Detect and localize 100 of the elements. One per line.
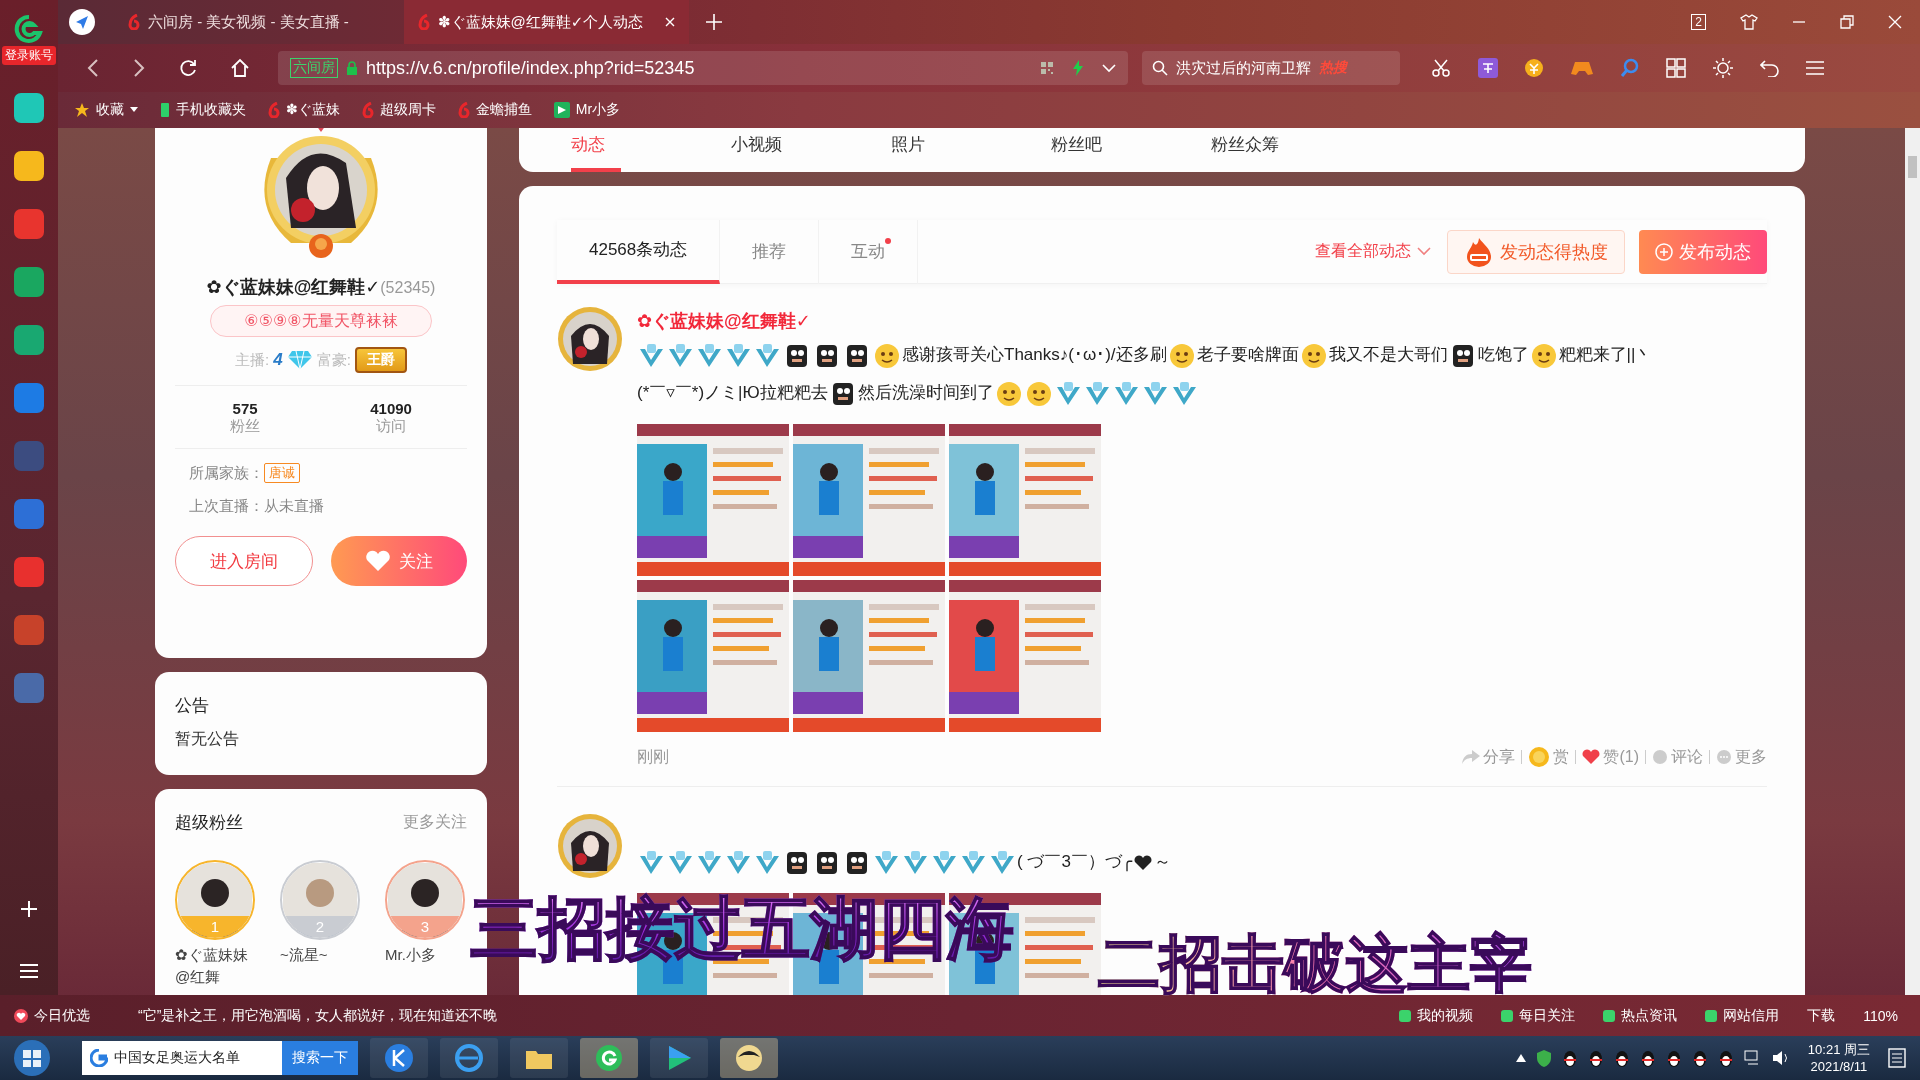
bookmark[interactable]: 超级周卡 [361, 101, 436, 119]
notification-icon[interactable] [1888, 1048, 1906, 1068]
sticker-icon [844, 849, 870, 876]
download-button[interactable]: 下载 [1807, 1006, 1836, 1025]
add-icon[interactable] [19, 899, 39, 919]
smiley-icon [1300, 342, 1327, 369]
bookmark[interactable]: 手机收藏夹 [160, 101, 246, 119]
nav-tab[interactable]: 粉丝吧 [1051, 128, 1211, 172]
qr-code-icon[interactable] [1040, 61, 1054, 75]
search-field[interactable]: 洪灾过后的河南卫辉 热搜 [1142, 51, 1400, 85]
browser-tab[interactable]: 六间房 - 美女视频 - 美女直播 - [114, 0, 404, 44]
volume-icon[interactable] [1771, 1050, 1790, 1066]
caret-icon[interactable] [130, 107, 138, 113]
search-button[interactable]: 搜索一下 [282, 1041, 358, 1075]
app-icon[interactable] [14, 267, 44, 297]
coin-icon [1528, 746, 1551, 768]
chevron-icon [668, 342, 693, 369]
penguin-icon[interactable] [1639, 1049, 1656, 1067]
translate-icon[interactable] [1478, 58, 1498, 78]
app-icon[interactable] [14, 93, 44, 123]
taskbar-app-icon[interactable] [580, 1038, 638, 1078]
tray-arrow-icon[interactable] [1515, 1054, 1526, 1062]
home-icon[interactable] [230, 58, 250, 78]
lightning-icon[interactable] [1072, 60, 1084, 76]
app-icon[interactable] [14, 557, 44, 587]
undo-icon[interactable] [1760, 59, 1780, 77]
penguin-icon[interactable] [1691, 1049, 1708, 1067]
app-icon[interactable] [14, 209, 44, 239]
scissors-icon[interactable] [1432, 59, 1452, 77]
app-icon[interactable] [14, 325, 44, 355]
taskbar-app-icon[interactable] [720, 1038, 778, 1078]
bookmark[interactable]: 收藏 [74, 101, 138, 119]
grid-icon[interactable] [1666, 58, 1686, 78]
bookmark[interactable]: Mr小多 [553, 101, 621, 119]
forward-icon[interactable] [132, 58, 146, 78]
gamepad-icon[interactable] [1570, 59, 1594, 77]
back-icon[interactable] [86, 58, 100, 78]
penguin-icon[interactable] [1665, 1049, 1682, 1067]
menu-icon[interactable] [20, 963, 38, 979]
restore-icon[interactable] [1840, 15, 1854, 29]
feed-tab[interactable]: 42568条动态 [557, 219, 721, 284]
feed-tab[interactable]: 推荐 [720, 219, 820, 284]
author-name[interactable]: ✿ぐ蓝妹妹@红舞鞋✓ [637, 306, 1767, 336]
chevron-icon [726, 849, 751, 876]
news-ticker[interactable]: “它”是补之王，用它泡酒喝，女人都说好，现在知道还不晚 [138, 1006, 498, 1025]
taskbar-app-icon[interactable] [370, 1038, 428, 1078]
zoom-level[interactable]: 110% [1863, 1007, 1898, 1024]
smiley-icon [874, 342, 900, 369]
fan-name[interactable]: ~流星~ [280, 944, 360, 966]
clock-time[interactable]: 10:21 周三 [1807, 1041, 1870, 1058]
bookmark[interactable]: ✽ぐ蓝妹 [268, 101, 340, 119]
smiley-icon [995, 380, 1022, 407]
browser-tab[interactable]: ✽ぐ蓝妹妹@红舞鞋✓个人动态 [404, 0, 689, 44]
status-link[interactable]: 网站信用 [1705, 1006, 1780, 1025]
play-icon [553, 102, 570, 118]
address-field[interactable]: 六间房 https://v.6.cn/profile/index.php?rid=52345 [278, 51, 1128, 85]
taskbar-search-field[interactable]: 中国女足奥运大名单 [82, 1041, 282, 1075]
scrollbar-thumb[interactable] [1908, 156, 1917, 178]
app-icon[interactable] [14, 383, 44, 413]
chevron-icon [697, 849, 722, 876]
taskbar-app-icon[interactable] [510, 1038, 568, 1078]
close-icon[interactable] [1888, 15, 1902, 29]
coin-icon[interactable] [1524, 58, 1544, 78]
reload-icon[interactable] [178, 58, 198, 78]
signature-bubble: ⑥⑤⑨⑧无量天尊袜袜 [210, 305, 432, 337]
close-icon[interactable] [665, 17, 675, 27]
start-icon[interactable] [12, 1038, 52, 1078]
navigation-icon[interactable] [68, 8, 96, 36]
status-link[interactable]: 每日关注 [1501, 1006, 1576, 1025]
nav-tab[interactable]: 小视频 [731, 128, 891, 172]
view-all-dropdown[interactable]: 查看全部动态 [1315, 241, 1431, 262]
taskbar-app-icon[interactable] [650, 1038, 708, 1078]
chevron-down-icon[interactable] [1102, 63, 1116, 73]
nav-tab[interactable]: 动态 [571, 128, 621, 172]
status-link[interactable]: 我的视频 [1399, 1006, 1474, 1025]
shield-icon[interactable] [1535, 1049, 1552, 1067]
status-link[interactable]: 热点资讯 [1603, 1006, 1678, 1025]
penguin-icon[interactable] [1717, 1049, 1734, 1067]
clock-date[interactable]: 2021/8/11 [1810, 1058, 1868, 1075]
nav-tab[interactable]: 照片 [891, 128, 1051, 172]
feed-tab[interactable]: 互动 [819, 219, 919, 284]
penguin-icon[interactable] [1613, 1049, 1630, 1067]
brightness-icon[interactable] [1712, 57, 1734, 79]
fan-name[interactable]: ✿ぐ蓝妹妹@红舞 [175, 944, 255, 988]
bookmark[interactable]: 金蟾捕鱼 [457, 101, 532, 119]
nav-tab[interactable]: 粉丝众筹 [1211, 128, 1371, 172]
shirt-icon[interactable] [1740, 14, 1758, 30]
new-tab-icon[interactable] [705, 13, 723, 31]
post-text: 我又不是大哥们 [1328, 345, 1448, 364]
login-button[interactable]: 登录账号 [2, 46, 56, 65]
fan-name[interactable]: Mr.小多 [385, 944, 465, 966]
enter-room-button[interactable]: 进入房间 [175, 536, 313, 586]
penguin-icon[interactable] [1587, 1049, 1604, 1067]
browser-logo-icon[interactable] [12, 12, 46, 46]
site-icon [361, 102, 374, 118]
app-icon[interactable] [14, 151, 44, 181]
chevron-icon [668, 849, 693, 876]
tab-count[interactable]: 2 [1691, 14, 1706, 30]
today-picks-link[interactable]: 今日优选 [14, 1006, 90, 1025]
penguin-icon[interactable] [1561, 1049, 1578, 1067]
